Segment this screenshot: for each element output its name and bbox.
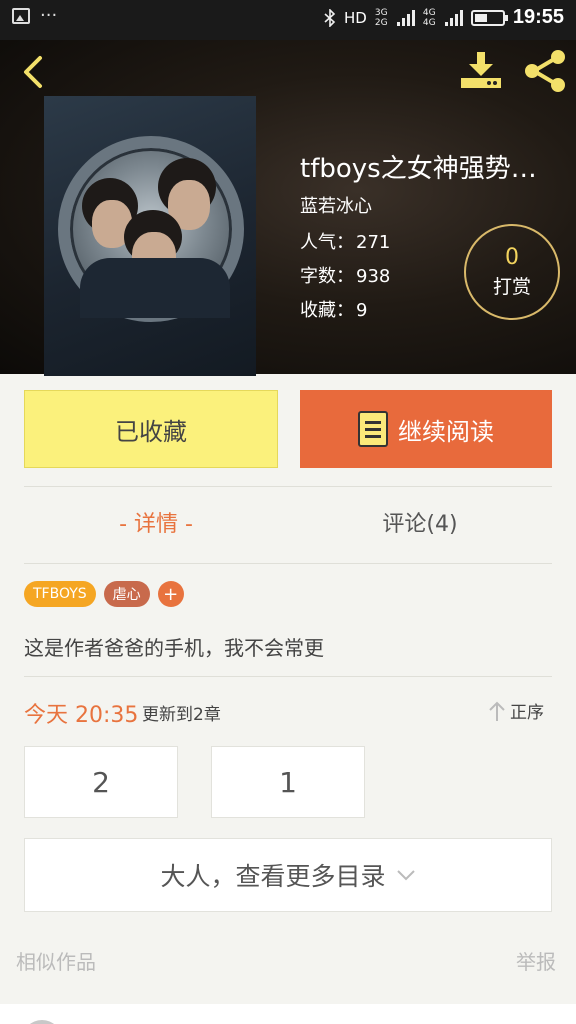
favorites-label: 收藏： [300, 300, 354, 321]
sort-order-label: 正序 [510, 703, 544, 723]
signal-icon-2 [444, 9, 463, 26]
cover-porthole-art [58, 136, 244, 322]
network-type-label: HD [344, 8, 367, 27]
battery-icon [470, 9, 508, 26]
continue-reading-button[interactable]: 继续阅读 [300, 390, 552, 468]
network-label-1: 3G 2G [374, 7, 388, 28]
view-more-catalog-button[interactable]: 大人，查看更多目录 [24, 838, 552, 912]
back-button[interactable] [14, 52, 54, 92]
divider [24, 486, 552, 487]
divider [24, 676, 552, 677]
arrow-up-icon [489, 701, 505, 721]
update-time: 今天 20:35 [24, 703, 139, 728]
back-arrow-icon [24, 56, 42, 88]
download-icon [461, 52, 501, 88]
avatar [22, 1020, 62, 1024]
popularity-row: 人气： 271 [300, 228, 390, 254]
book-icon [358, 411, 388, 447]
report-link[interactable]: 举报 [516, 946, 556, 975]
view-more-catalog-label: 大人，查看更多目录 [160, 862, 386, 891]
chapter-item[interactable]: 2 [24, 746, 178, 818]
favorites-row: 收藏： 9 [300, 296, 367, 322]
popularity-label: 人气： [300, 232, 354, 253]
popularity-value: 271 [356, 232, 391, 253]
chevron-down-icon [396, 870, 415, 881]
tag-list: TFBOYS 虐心 + [24, 581, 184, 607]
book-cover[interactable] [44, 96, 256, 376]
favorites-value: 9 [356, 300, 368, 321]
sort-order-button[interactable]: 正序 [488, 698, 544, 723]
similar-work-card[interactable] [0, 1004, 576, 1024]
book-author[interactable]: 蓝若冰心 [300, 192, 372, 218]
tab-detail[interactable]: - 详情 - [24, 506, 288, 538]
more-notifications-icon: ··· [40, 5, 58, 26]
status-bar: ··· HD 3G 2G 4G 4G 19:55 [0, 0, 576, 40]
tip-button[interactable]: 0 打赏 [464, 224, 560, 320]
similar-works-label: 相似作品 [16, 950, 96, 974]
gallery-notification-icon [12, 8, 30, 24]
chapter-item[interactable]: 1 [211, 746, 365, 818]
continue-reading-label: 继续阅读 [398, 417, 494, 446]
share-icon [525, 50, 565, 92]
book-description: 这是作者爸爸的手机，我不会常更 [24, 636, 324, 660]
update-status: 更新到2章 [142, 705, 221, 725]
signal-icon-1 [396, 9, 415, 26]
book-title: tfboys之女神强势… [300, 154, 537, 184]
divider [24, 563, 552, 564]
word-count-label: 字数： [300, 266, 354, 287]
book-header: tfboys之女神强势… 蓝若冰心 人气： 271 字数： 938 收藏： 9 0 打… [0, 40, 576, 376]
tag-tfboys[interactable]: TFBOYS [24, 581, 96, 607]
tip-count: 0 [505, 245, 519, 270]
tag-nuexin[interactable]: 虐心 [103, 581, 150, 607]
bluetooth-icon [324, 8, 336, 27]
share-button[interactable] [520, 48, 570, 94]
status-right: HD 3G 2G 4G 4G 19:55 [324, 6, 564, 29]
download-button[interactable] [458, 50, 504, 92]
word-count-value: 938 [356, 266, 391, 287]
add-tag-button[interactable]: + [157, 581, 184, 607]
network-label-2: 4G 4G [422, 7, 436, 28]
clock: 19:55 [512, 6, 564, 28]
favorite-button[interactable]: 已收藏 [24, 390, 278, 468]
tab-comments[interactable]: 评论(4) [288, 506, 552, 538]
tip-label: 打赏 [492, 276, 531, 298]
status-left: ··· [12, 5, 58, 26]
word-count-row: 字数： 938 [300, 262, 390, 288]
